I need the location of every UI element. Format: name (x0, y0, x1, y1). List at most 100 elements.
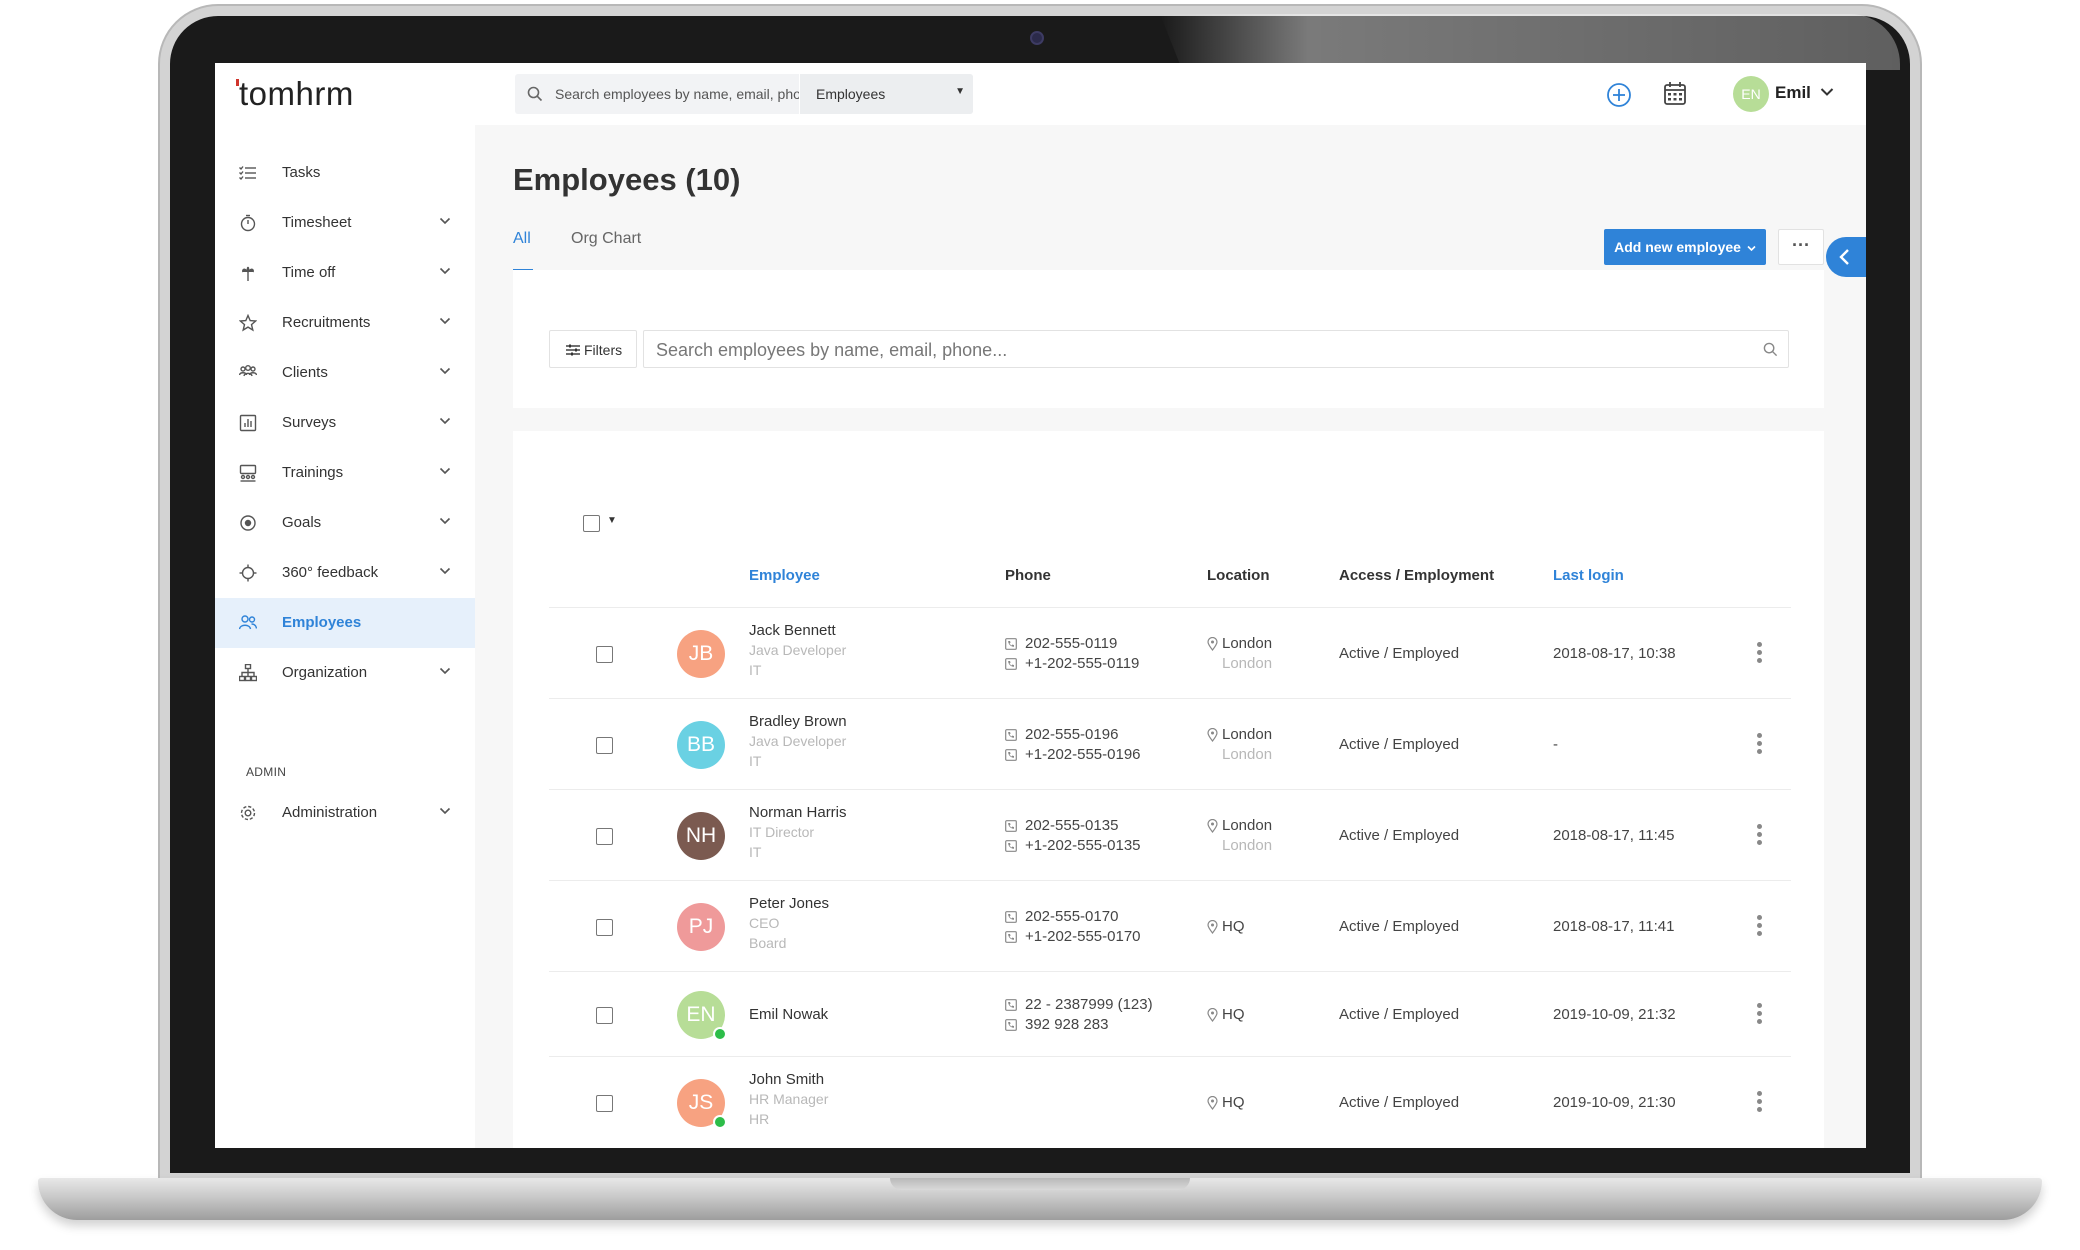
table-row[interactable]: JB Jack Bennett Java Developer IT 202-555-01… (549, 607, 1791, 698)
map-pin-icon (1207, 1007, 1218, 1022)
chevron-down-icon[interactable] (439, 567, 451, 575)
global-search-placeholder: Search employees by name, email, phone..… (555, 86, 829, 102)
row-checkbox[interactable] (596, 827, 613, 845)
phone-icon (1005, 998, 1017, 1011)
row-actions-menu-icon[interactable] (1755, 732, 1765, 755)
employee-phone[interactable]: 392 928 283 (1025, 1016, 1108, 1033)
sidebar-item-trainings[interactable]: Trainings (215, 448, 475, 498)
map-pin-icon (1207, 1095, 1218, 1110)
table-row[interactable]: EN Emil Nowak 22 - 2387999 (123) 392 928 28… (549, 971, 1791, 1056)
row-checkbox[interactable] (596, 1006, 613, 1024)
more-options-button[interactable]: ··· (1778, 229, 1824, 265)
employee-name[interactable]: Bradley Brown (749, 713, 847, 730)
chevron-down-icon[interactable] (439, 517, 451, 525)
select-all-checkbox[interactable]: ▼ (583, 515, 617, 537)
app-logo[interactable]: tomhrm (236, 75, 354, 113)
employee-phone[interactable]: +1-202-555-0135 (1025, 837, 1141, 854)
sidebar-item-recruitments[interactable]: Recruitments (215, 298, 475, 348)
row-checkbox[interactable] (596, 1094, 613, 1112)
employee-phone[interactable]: +1-202-555-0196 (1025, 746, 1141, 763)
table-row[interactable]: PJ Peter Jones CEO Board 202-555-0170 +1-202-… (549, 880, 1791, 971)
row-actions-menu-icon[interactable] (1755, 823, 1765, 846)
row-actions-menu-icon[interactable] (1755, 1090, 1765, 1113)
employee-avatar[interactable]: PJ (677, 902, 725, 951)
employee-location: HQ (1222, 1093, 1245, 1111)
employee-last-login: 2018-08-17, 10:38 (1553, 644, 1676, 662)
employee-access-status: Active / Employed (1339, 917, 1460, 935)
sidebar-item-label: Employees (282, 614, 362, 631)
user-avatar[interactable]: EN (1733, 76, 1769, 112)
map-pin-icon (1207, 818, 1218, 833)
employee-name[interactable]: Norman Harris (749, 804, 847, 821)
search-scope-value: Employees (816, 86, 886, 102)
caret-down-icon[interactable]: ▼ (607, 515, 617, 526)
feedback-icon (239, 564, 257, 582)
chevron-down-icon[interactable] (439, 417, 451, 425)
table-row[interactable]: NH Norman Harris IT Director IT 202-555-0135… (549, 789, 1791, 880)
sidebar-item-time-off[interactable]: Time off (215, 248, 475, 298)
sidebar-item-timesheet[interactable]: Timesheet (215, 198, 475, 248)
sidebar-item-goals[interactable]: Goals (215, 498, 475, 548)
row-checkbox[interactable] (596, 918, 613, 936)
chevron-down-icon[interactable] (439, 317, 451, 325)
collapse-panel-button[interactable] (1826, 237, 1866, 277)
sidebar-item-employees[interactable]: Employees (215, 598, 475, 648)
sidebar-item-surveys[interactable]: Surveys (215, 398, 475, 448)
employee-phone[interactable]: 202-555-0135 (1025, 817, 1118, 834)
sidebar-item-tasks[interactable]: Tasks (215, 148, 475, 198)
employee-department: IT (749, 661, 762, 678)
employee-phone[interactable]: 22 - 2387999 (123) (1025, 996, 1153, 1013)
employee-avatar[interactable]: NH (677, 811, 725, 860)
employee-phone[interactable]: +1-202-555-0170 (1025, 928, 1141, 945)
employee-avatar[interactable]: BB (677, 720, 725, 769)
chevron-down-icon[interactable] (439, 467, 451, 475)
checkbox[interactable] (583, 515, 600, 532)
filters-label: Filters (584, 342, 623, 358)
employee-phone[interactable]: +1-202-555-0119 (1025, 655, 1139, 672)
phone-icon (1005, 910, 1017, 923)
employee-name[interactable]: Peter Jones (749, 895, 829, 912)
tab-org-chart[interactable]: Org Chart (571, 230, 641, 248)
filters-button[interactable]: Filters (549, 330, 637, 368)
sidebar-item-organization[interactable]: Organization (215, 648, 475, 698)
add-circle-icon[interactable] (1606, 82, 1632, 108)
employee-name[interactable]: John Smith (749, 1071, 824, 1088)
calendar-icon[interactable] (1663, 81, 1687, 107)
add-new-employee-button[interactable]: Add new employee (1604, 229, 1766, 265)
row-actions-menu-icon[interactable] (1755, 914, 1765, 937)
logo-accent (236, 79, 239, 86)
table-row[interactable]: BB Bradley Brown Java Developer IT 202-555-0… (549, 698, 1791, 789)
row-actions-menu-icon[interactable] (1755, 1002, 1765, 1025)
employee-access-status: Active / Employed (1339, 644, 1460, 662)
chevron-down-icon[interactable] (439, 267, 451, 275)
tab-all[interactable]: All (513, 230, 531, 248)
employee-phone[interactable]: 202-555-0196 (1025, 726, 1118, 743)
employee-search-input[interactable]: Search employees by name, email, phone..… (643, 330, 1789, 368)
column-header-employee[interactable]: Employee (749, 567, 820, 584)
sidebar-item-clients[interactable]: Clients (215, 348, 475, 398)
chevron-down-icon[interactable] (439, 667, 451, 675)
chevron-down-icon[interactable] (1820, 87, 1834, 97)
chevron-down-icon[interactable] (439, 217, 451, 225)
employee-name[interactable]: Jack Bennett (749, 622, 836, 639)
user-name[interactable]: Emil (1775, 83, 1811, 103)
employee-phone[interactable]: 202-555-0119 (1025, 635, 1117, 652)
row-checkbox[interactable] (596, 645, 613, 663)
phone-icon (1005, 728, 1017, 741)
chevron-down-icon[interactable] (439, 367, 451, 375)
sidebar-item-360-feedback[interactable]: 360° feedback (215, 548, 475, 598)
employee-phone[interactable]: 202-555-0170 (1025, 908, 1118, 925)
sidebar-item-administration[interactable]: Administration (215, 788, 475, 838)
search-scope-select[interactable]: Employees ▼ (799, 74, 973, 114)
chevron-down-icon[interactable] (439, 807, 451, 815)
main-content: Employees (10) All Org Chart Add new emp… (475, 125, 1866, 1148)
chevron-down-icon (1747, 245, 1756, 252)
row-checkbox[interactable] (596, 736, 613, 754)
column-header-last-login[interactable]: Last login (1553, 567, 1624, 584)
employee-avatar[interactable]: JB (677, 629, 725, 678)
table-row[interactable]: JS John Smith HR Manager HR HQ Active / Emplo… (549, 1056, 1791, 1147)
row-actions-menu-icon[interactable] (1755, 641, 1765, 664)
employee-name[interactable]: Emil Nowak (749, 1006, 828, 1023)
employee-access-status: Active / Employed (1339, 1093, 1460, 1111)
sidebar-item-label: Recruitments (282, 314, 371, 331)
